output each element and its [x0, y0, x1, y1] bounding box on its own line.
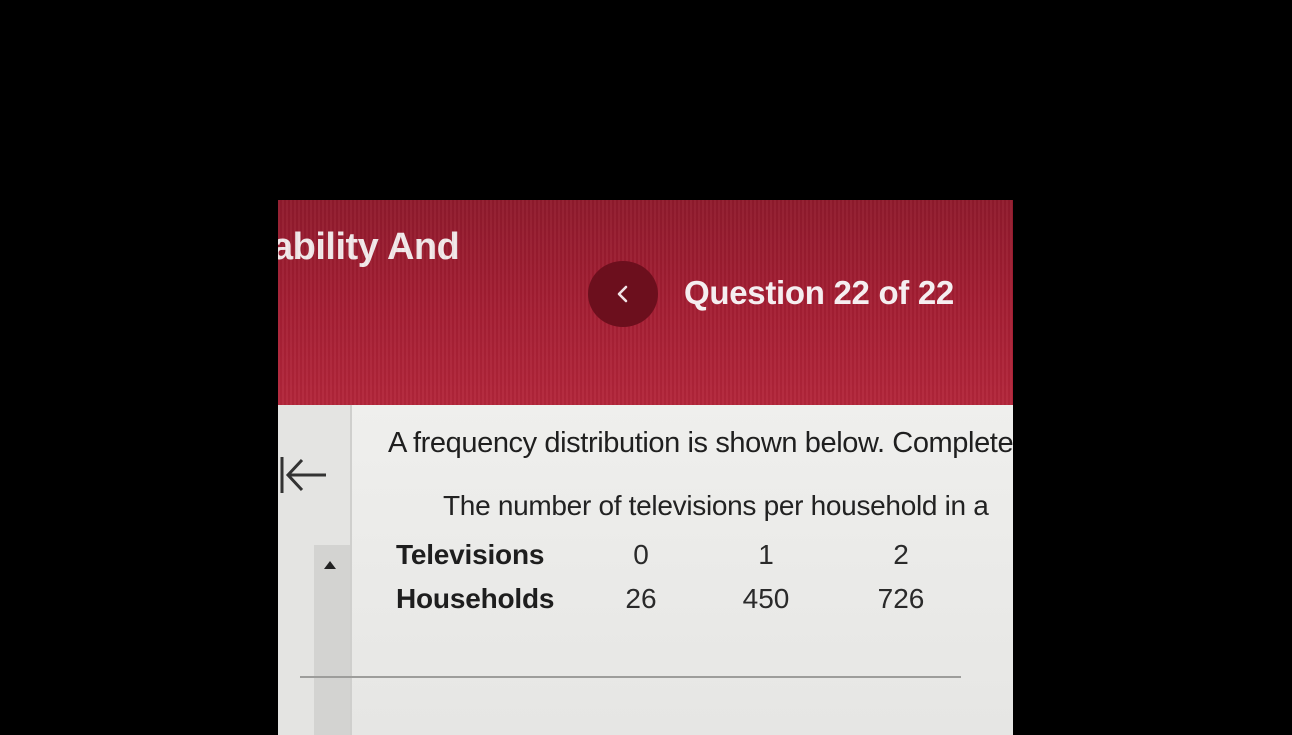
table-cell: 726: [877, 583, 925, 614]
chevron-left-icon: [617, 285, 628, 303]
table-cell: 26: [625, 583, 657, 614]
question-counter: Question 22 of 22: [684, 274, 954, 311]
photo-frame: ability And Question 22 of 22 A frequenc…: [0, 0, 1292, 735]
arrow-left-bar-icon: [280, 457, 326, 493]
left-rail: [278, 405, 352, 735]
table-row: Televisions 0 1 2: [396, 533, 941, 577]
table-cell: 1: [758, 539, 774, 570]
header-bar: ability And Question 22 of 22: [278, 200, 1013, 405]
back-to-start-button[interactable]: [278, 455, 330, 500]
table-cell: 2: [893, 539, 909, 570]
section-divider: [300, 676, 961, 678]
scroll-up-button[interactable]: [323, 557, 337, 575]
course-title: ability And: [278, 226, 460, 268]
table-row: Households 26 450 726: [396, 577, 941, 621]
previous-question-button[interactable]: [588, 261, 658, 327]
row-header-televisions: Televisions: [396, 539, 545, 570]
question-content: A frequency distribution is shown below.…: [352, 405, 1013, 735]
triangle-up-icon: [324, 561, 336, 569]
row-header-households: Households: [396, 583, 555, 614]
question-prompt: A frequency distribution is shown below.…: [388, 427, 1013, 459]
table-cell: 0: [633, 539, 649, 570]
table-caption: The number of televisions per household …: [443, 490, 989, 521]
frequency-table: Televisions 0 1 2 Households 26 450 726: [396, 533, 941, 621]
screen: ability And Question 22 of 22 A frequenc…: [278, 200, 1013, 735]
table-cell: 450: [742, 583, 790, 614]
